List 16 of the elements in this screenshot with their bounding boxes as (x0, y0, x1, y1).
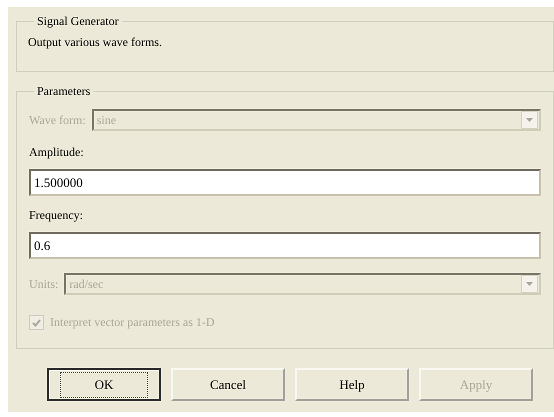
description-text: Output various wave forms. (28, 35, 163, 50)
field-label: Units: (29, 276, 58, 292)
dropdown-arrow-icon (526, 282, 533, 286)
input-field[interactable]: 0.6 (29, 232, 541, 259)
dialog-button[interactable]: Help (295, 368, 409, 401)
field-label: Frequency: (29, 208, 84, 223)
field-label: Amplitude: (29, 145, 85, 160)
checkmark-icon (32, 318, 41, 326)
checkbox-label: Interpret vector parameters as 1-D (50, 315, 215, 330)
group-title: Parameters (36, 84, 92, 99)
dropdown-arrow-icon (526, 118, 533, 122)
dialog-button[interactable]: Cancel (171, 368, 285, 401)
dialog-button[interactable]: OK (47, 368, 161, 401)
input-field[interactable]: 1.500000 (29, 169, 541, 196)
group-title: Signal Generator (36, 14, 120, 29)
field-label: Wave form: (29, 112, 86, 128)
